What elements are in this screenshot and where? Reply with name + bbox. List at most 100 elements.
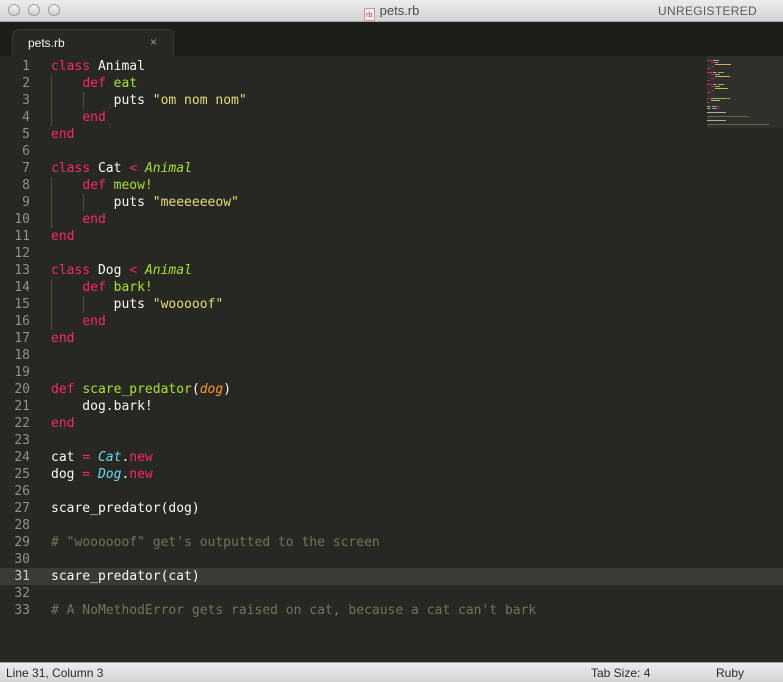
code-editor[interactable]: 1 class Animal 2 def eat 3 puts "om nom nom… xyxy=(0,56,783,662)
code-text: end xyxy=(51,228,74,245)
line-number: 27 xyxy=(14,501,30,516)
minimap-stroke xyxy=(711,62,714,63)
minimap-stroke xyxy=(711,90,714,91)
code-line[interactable]: 9 puts "meeeeeeow" xyxy=(0,194,783,211)
code-text: end xyxy=(51,109,105,126)
line-number: 6 xyxy=(22,144,30,159)
code-line[interactable]: 11 end xyxy=(0,228,783,245)
code-line[interactable]: 21 dog.bark! xyxy=(0,398,783,415)
code-text: def meow! xyxy=(51,177,152,194)
code-line[interactable]: 16 end xyxy=(0,313,783,330)
code-line[interactable]: 32 xyxy=(0,585,783,602)
title-bar: rb pets.rb UNREGISTERED xyxy=(0,0,783,22)
minimap-stroke xyxy=(713,60,719,61)
code-token: def xyxy=(82,178,106,193)
line-number: 7 xyxy=(22,161,30,176)
code-line[interactable]: 31 scare_predator(cat) xyxy=(0,568,783,585)
code-text: # "woooooof" get's outputted to the scre… xyxy=(51,534,380,551)
code-line[interactable]: 3 puts "om nom nom" xyxy=(0,92,783,109)
code-line[interactable]: 2 def eat xyxy=(0,75,783,92)
code-text: def bark! xyxy=(51,279,152,296)
code-line[interactable]: 7 class Cat < Animal xyxy=(0,160,783,177)
code-token: Animal xyxy=(90,59,145,74)
code-line[interactable]: 29 # "woooooof" get's outputted to the sc… xyxy=(0,534,783,551)
code-line[interactable]: 19 xyxy=(0,364,783,381)
code-token: class xyxy=(51,161,91,176)
code-line[interactable]: 33 # A NoMethodError gets raised on cat, … xyxy=(0,602,783,619)
code-token: end xyxy=(51,229,75,244)
line-number: 3 xyxy=(22,93,30,108)
minimap-stroke xyxy=(711,98,725,99)
minimap-stroke xyxy=(715,86,720,87)
minimap-stroke xyxy=(707,116,749,117)
line-number: 12 xyxy=(14,246,30,261)
line-number: 15 xyxy=(14,297,30,312)
code-token: end xyxy=(82,314,106,329)
minimap-stroke xyxy=(711,78,714,79)
minimap-stroke xyxy=(715,62,718,63)
tab-pets-rb[interactable]: pets.rb × xyxy=(12,29,174,56)
code-line[interactable]: 14 def bark! xyxy=(0,279,783,296)
code-token: ( xyxy=(191,382,200,397)
code-text: end xyxy=(51,313,106,330)
code-line[interactable]: 23 xyxy=(0,432,783,449)
code-token: new xyxy=(129,467,153,482)
code-line[interactable]: 6 xyxy=(0,143,783,160)
code-token: puts xyxy=(51,297,153,312)
code-line[interactable]: 13 class Dog < Animal xyxy=(0,262,783,279)
code-text: class Dog < Animal xyxy=(51,262,192,279)
code-line[interactable]: 22 end xyxy=(0,415,783,432)
code-line[interactable]: 26 xyxy=(0,483,783,500)
code-text: end xyxy=(51,126,74,143)
editor-window: rb pets.rb UNREGISTERED pets.rb × 1 class … xyxy=(0,0,783,682)
minimap-stroke xyxy=(711,86,714,87)
line-number: 25 xyxy=(14,467,30,482)
minimap-stroke xyxy=(718,72,724,73)
code-line[interactable]: 30 xyxy=(0,551,783,568)
code-line[interactable]: 24 cat = Cat.new xyxy=(0,449,783,466)
line-number: 8 xyxy=(22,178,30,193)
code-text: puts "om nom nom" xyxy=(51,92,247,109)
code-line[interactable]: 25 dog = Dog.new xyxy=(0,466,783,483)
tab-close-icon[interactable]: × xyxy=(150,35,157,49)
code-line[interactable]: 4 end xyxy=(0,109,783,126)
line-number: 4 xyxy=(22,110,30,125)
minimap-stroke xyxy=(716,106,719,107)
code-line[interactable]: 20 def scare_predator(dog) xyxy=(0,381,783,398)
line-number: 14 xyxy=(14,280,30,295)
code-lines[interactable]: 1 class Animal 2 def eat 3 puts "om nom nom… xyxy=(0,58,783,619)
code-token: Dog xyxy=(97,467,122,482)
code-token: "wooooof" xyxy=(152,297,224,312)
minimap-stroke xyxy=(710,108,711,109)
code-text: # A NoMethodError gets raised on cat, be… xyxy=(51,602,536,619)
minimap-stroke xyxy=(707,84,712,85)
code-line[interactable]: 27 scare_predator(dog) xyxy=(0,500,783,517)
code-line[interactable]: 1 class Animal xyxy=(0,58,783,75)
code-line[interactable]: 5 end xyxy=(0,126,783,143)
code-line[interactable]: 15 puts "wooooof" xyxy=(0,296,783,313)
line-number: 23 xyxy=(14,433,30,448)
minimap[interactable] xyxy=(707,60,777,130)
code-line[interactable]: 18 xyxy=(0,347,783,364)
minimap-stroke xyxy=(707,112,726,113)
line-number: 33 xyxy=(14,603,30,618)
syntax-selector[interactable]: Ruby xyxy=(716,666,744,680)
code-line[interactable]: 28 xyxy=(0,517,783,534)
tab-size-selector[interactable]: Tab Size: 4 xyxy=(591,666,650,680)
code-token: def xyxy=(82,280,106,295)
minimap-stroke xyxy=(707,124,769,125)
line-number: 13 xyxy=(14,263,30,278)
code-line[interactable]: 10 end xyxy=(0,211,783,228)
code-token: new xyxy=(129,450,153,465)
code-token: eat xyxy=(113,76,138,91)
code-line[interactable]: 17 end xyxy=(0,330,783,347)
code-line[interactable]: 8 def meow! xyxy=(0,177,783,194)
code-text: puts "wooooof" xyxy=(51,296,224,313)
code-line[interactable]: 12 xyxy=(0,245,783,262)
